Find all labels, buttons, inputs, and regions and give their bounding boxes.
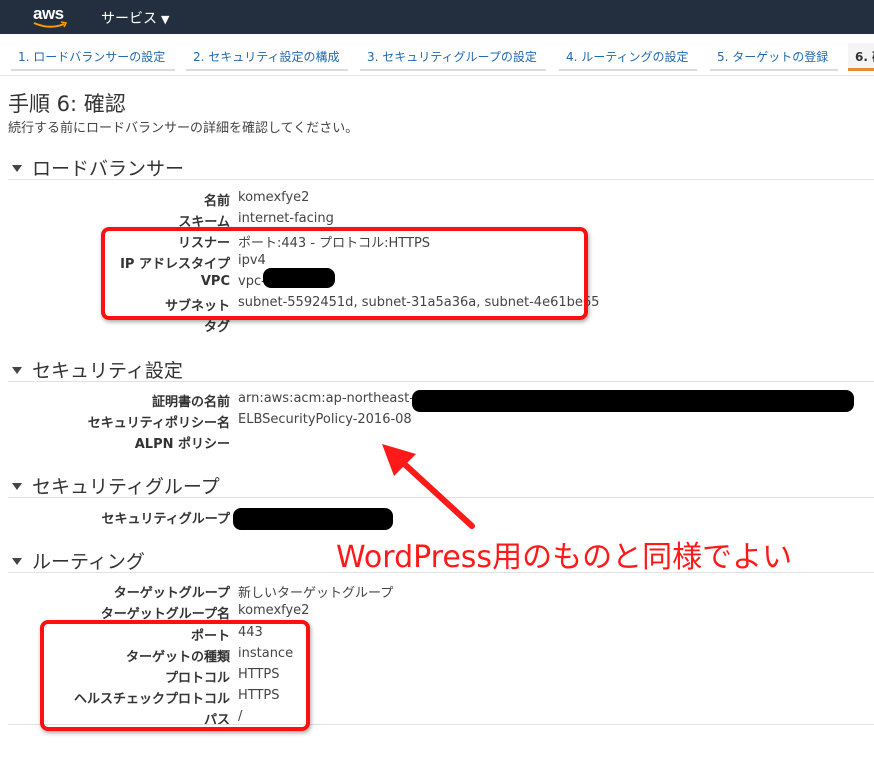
aws-logo[interactable]: aws: [30, 4, 76, 30]
redaction-bar: [412, 390, 854, 412]
section-divider: [8, 381, 874, 382]
section-divider: [8, 179, 874, 180]
annotation-text: WordPress用のものと同様でよい: [336, 540, 793, 575]
row-label: 証明書の名前: [151, 395, 230, 410]
row-label: セキュリティポリシー名: [87, 416, 230, 431]
row-label: 名前: [203, 194, 230, 209]
caret-down-icon: [12, 164, 22, 172]
highlight-box: [40, 620, 310, 731]
step-tab-2[interactable]: 2. セキュリティ設定の構成: [186, 43, 348, 71]
section-header-security-group[interactable]: セキュリティグループ: [8, 472, 220, 499]
detail-row: セキュリティポリシー名 ELBSecurityPolicy-2016-08: [0, 412, 874, 433]
step-tab-1[interactable]: 1. ロードバランサーの設定: [11, 43, 175, 71]
step-tab-6[interactable]: 6. 確: [848, 43, 874, 71]
detail-row: 名前 komexfye2: [0, 190, 874, 211]
chevron-down-icon: ▼: [161, 13, 170, 26]
services-label: サービス: [101, 11, 157, 27]
wizard-steps: 1. ロードバランサーの設定 2. セキュリティ設定の構成 3. セキュリティグ…: [0, 34, 874, 76]
caret-down-icon: [12, 366, 22, 374]
section-title: セキュリティ設定: [32, 360, 183, 382]
highlight-box: [101, 227, 588, 320]
detail-row: ターゲットグループ 新しいターゲットグループ: [0, 582, 874, 603]
services-menu[interactable]: サービス ▼: [101, 8, 169, 28]
section-header-load-balancer[interactable]: ロードバランサー: [8, 154, 184, 181]
step-tab-4[interactable]: 4. ルーティングの設定: [559, 43, 697, 71]
row-value: 新しいターゲットグループ: [238, 586, 394, 601]
top-nav: aws サービス ▼: [0, 0, 874, 34]
row-value: komexfye2: [238, 190, 310, 205]
aws-smile-icon: [33, 21, 68, 28]
section-title: ロードバランサー: [32, 158, 185, 180]
row-value: arn:aws:acm:ap-northeast-1:: [238, 391, 427, 406]
redaction-bar: [233, 508, 393, 530]
page-title: 手順 6: 確認: [8, 92, 126, 116]
step-tab-5[interactable]: 5. ターゲットの登録: [710, 43, 838, 71]
page-subtitle: 続行する前にロードバランサーの詳細を確認してください。: [8, 121, 359, 136]
section-title: ルーティング: [32, 551, 145, 573]
caret-down-icon: [12, 557, 22, 565]
section-title: セキュリティグループ: [32, 476, 220, 498]
row-value: komexfye2: [238, 603, 310, 618]
section-header-security-settings[interactable]: セキュリティ設定: [8, 356, 183, 383]
row-label: セキュリティグループ: [101, 512, 230, 527]
row-value: ELBSecurityPolicy-2016-08: [238, 412, 412, 427]
row-value: internet-facing: [238, 211, 334, 226]
arrow-icon: [382, 444, 475, 529]
row-label: ALPN ポリシー: [134, 437, 230, 452]
step-tab-3[interactable]: 3. セキュリティグループの設定: [360, 43, 546, 71]
section-header-routing[interactable]: ルーティング: [8, 547, 145, 574]
caret-down-icon: [12, 482, 22, 490]
row-label: ターゲットグループ: [113, 586, 230, 601]
